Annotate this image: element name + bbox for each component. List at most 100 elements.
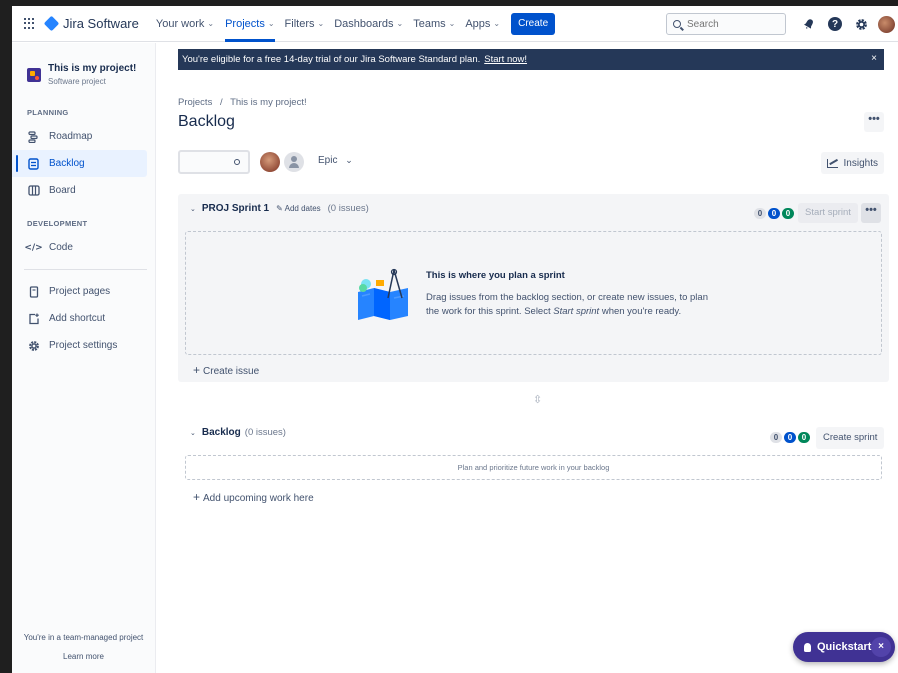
- create-issue-button[interactable]: + Create issue: [193, 363, 259, 377]
- product-name: Jira Software: [63, 16, 139, 31]
- chevron-down-icon: ⌄: [345, 155, 353, 165]
- help-icon[interactable]: ?: [828, 17, 842, 31]
- nav-dashboards-label: Dashboards: [334, 17, 394, 30]
- sidebar-item-roadmap[interactable]: Roadmap: [12, 123, 155, 150]
- todo-count-badge: 0: [754, 208, 766, 219]
- jira-logo[interactable]: Jira Software: [43, 15, 139, 32]
- epic-label: Epic: [318, 155, 338, 166]
- user-avatar[interactable]: [260, 152, 280, 172]
- backlog-drop-zone[interactable]: Plan and prioritize future work in your …: [185, 455, 882, 480]
- planning-section-title: PLANNING: [27, 108, 69, 117]
- settings-icon[interactable]: [854, 17, 868, 31]
- chevron-down-icon: ⌄: [317, 19, 325, 28]
- project-info: This is my project! Software project: [48, 63, 136, 86]
- nav-teams-label: Teams: [413, 17, 446, 30]
- notifications-icon[interactable]: [802, 17, 816, 31]
- project-header[interactable]: This is my project! Software project: [12, 43, 155, 86]
- sprint-issue-count: (0 issues): [327, 203, 369, 214]
- empty-desc-part-2: when you're ready.: [599, 306, 682, 317]
- nav-projects-label: Projects: [225, 17, 265, 30]
- add-dates-link[interactable]: ✎ Add dates: [276, 204, 321, 213]
- sidebar-item-label: Roadmap: [49, 131, 93, 142]
- breadcrumb-separator: /: [219, 97, 223, 108]
- chevron-down-icon[interactable]: ⌄: [190, 429, 196, 437]
- breadcrumb-projects[interactable]: Projects: [178, 97, 212, 108]
- backlog-panel: ⌄ Backlog (0 issues) 0 0 0 Create sprint…: [178, 420, 889, 510]
- sprint-status-counts: 0 0 0: [752, 208, 794, 219]
- learn-more-link[interactable]: Learn more: [12, 652, 155, 661]
- sprint-panel: ⌄ PROJ Sprint 1 ✎ Add dates (0 issues) 0…: [178, 194, 889, 382]
- nav-your-work[interactable]: Your work ⌄: [156, 6, 214, 42]
- todo-count-badge: 0: [770, 432, 782, 443]
- sprint-header[interactable]: ⌄ PROJ Sprint 1 ✎ Add dates (0 issues): [190, 203, 369, 214]
- chevron-down-icon[interactable]: ⌄: [190, 205, 196, 213]
- sprint-drop-zone[interactable]: This is where you plan a sprint Drag iss…: [185, 231, 882, 355]
- nav-apps[interactable]: Apps ⌄: [465, 6, 500, 42]
- more-actions-button[interactable]: •••: [864, 112, 884, 132]
- done-count-badge: 0: [798, 432, 810, 443]
- add-upcoming-label: Add upcoming work here: [203, 493, 314, 504]
- top-nav-right: ?: [666, 6, 898, 42]
- sidebar-item-label: Board: [49, 185, 76, 196]
- sidebar-item-backlog[interactable]: Backlog: [12, 150, 147, 177]
- quickstart-button[interactable]: Quickstart ×: [793, 632, 895, 662]
- in-progress-count-badge: 0: [784, 432, 796, 443]
- sidebar-item-project-pages[interactable]: Project pages: [12, 278, 155, 305]
- apps-grid-icon[interactable]: [24, 17, 36, 30]
- search-box[interactable]: [666, 13, 786, 35]
- project-type: Software project: [48, 77, 106, 86]
- backlog-toolbar: Epic ⌄ Insights: [178, 150, 884, 174]
- create-button[interactable]: Create: [511, 12, 556, 35]
- plus-icon: +: [193, 490, 201, 504]
- sidebar-item-label: Project settings: [49, 340, 118, 351]
- close-icon[interactable]: ×: [871, 637, 891, 657]
- page-title: Backlog: [178, 113, 235, 130]
- nav-projects[interactable]: Projects ⌄: [225, 6, 276, 42]
- sidebar-item-add-shortcut[interactable]: Add shortcut: [12, 305, 155, 332]
- jira-logo-icon: [43, 15, 60, 32]
- add-shortcut-icon: [27, 312, 40, 325]
- sidebar-item-project-settings[interactable]: Project settings: [12, 332, 155, 359]
- nav-teams[interactable]: Teams ⌄: [413, 6, 455, 42]
- team-managed-text: You're in a team-managed project: [23, 633, 144, 642]
- backlog-header[interactable]: ⌄ Backlog (0 issues): [190, 427, 286, 438]
- chevron-down-icon: ⌄: [267, 19, 275, 28]
- chevron-down-icon: ⌄: [448, 19, 456, 28]
- chart-icon: [826, 158, 838, 168]
- plus-icon: +: [193, 363, 201, 377]
- create-issue-label: Create issue: [203, 366, 260, 377]
- empty-desc-start-sprint: Start sprint: [553, 306, 600, 317]
- empty-sprint-description: Drag issues from the backlog section, or…: [426, 291, 716, 319]
- trial-banner: You're eligible for a free 14-day trial …: [178, 49, 884, 70]
- breadcrumb-project[interactable]: This is my project!: [230, 97, 307, 108]
- drag-handle-icon[interactable]: ⇳: [533, 393, 542, 406]
- search-icon: [234, 159, 240, 165]
- backlog-status-counts: 0 0 0: [768, 432, 810, 443]
- nav-dashboards[interactable]: Dashboards ⌄: [334, 6, 403, 42]
- start-now-link[interactable]: Start now!: [484, 54, 527, 65]
- banner-text: You're eligible for a free 14-day trial …: [182, 54, 481, 65]
- search-input[interactable]: [687, 18, 777, 30]
- unassigned-avatar-icon[interactable]: [284, 152, 304, 172]
- backlog-name: Backlog: [201, 427, 241, 438]
- project-sidebar: This is my project! Software project PLA…: [12, 43, 156, 673]
- backlog-search-input[interactable]: [178, 150, 250, 174]
- close-icon[interactable]: ×: [871, 53, 877, 64]
- pages-icon: [27, 285, 40, 298]
- backlog-icon: [27, 157, 40, 170]
- create-sprint-button[interactable]: Create sprint: [816, 427, 885, 449]
- user-avatar[interactable]: [878, 15, 895, 33]
- epic-filter-dropdown[interactable]: Epic ⌄: [318, 155, 353, 166]
- chevron-down-icon: ⌄: [207, 19, 215, 28]
- add-upcoming-work-button[interactable]: + Add upcoming work here: [193, 490, 314, 504]
- sidebar-item-label: Backlog: [49, 158, 85, 169]
- sidebar-item-label: Project pages: [49, 286, 111, 297]
- code-icon: </>: [24, 242, 43, 253]
- start-sprint-button[interactable]: Start sprint: [798, 203, 858, 223]
- sidebar-item-code[interactable]: </> Code: [12, 234, 155, 261]
- sidebar-item-board[interactable]: Board: [12, 177, 155, 204]
- insights-button[interactable]: Insights: [820, 152, 884, 174]
- insights-label: Insights: [843, 157, 878, 169]
- nav-filters[interactable]: Filters ⌄: [285, 6, 325, 42]
- sprint-more-button[interactable]: •••: [861, 203, 881, 223]
